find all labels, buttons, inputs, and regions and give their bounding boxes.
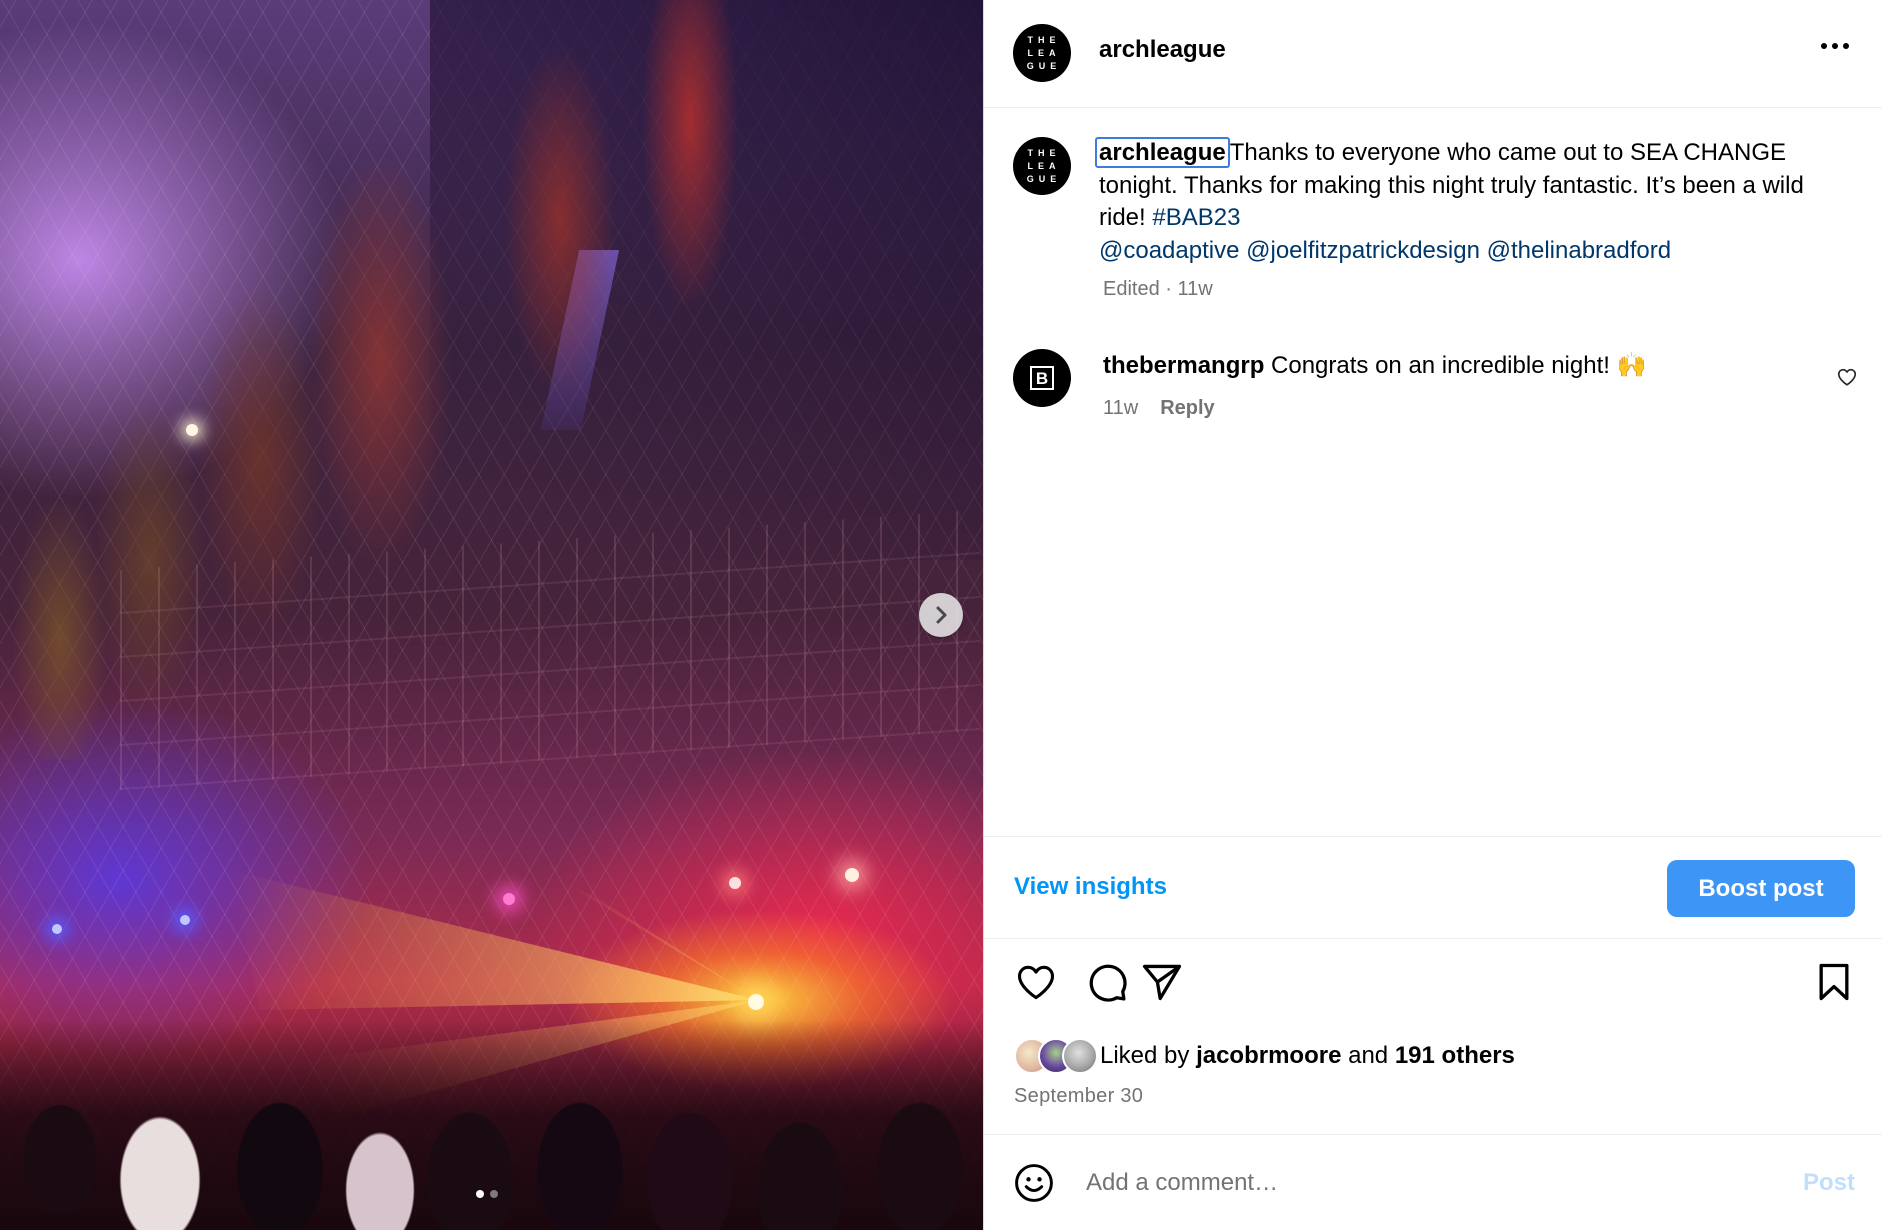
heart-icon[interactable] bbox=[1836, 366, 1858, 388]
bookmark-icon[interactable] bbox=[1812, 960, 1856, 1004]
commenter-username[interactable]: thebermangrp bbox=[1103, 352, 1264, 379]
photo-spotlight bbox=[52, 924, 62, 934]
avatar-logo-text: THE LEA GUE bbox=[1026, 34, 1062, 71]
liker-avatar bbox=[1062, 1038, 1098, 1074]
photo-spotlight bbox=[186, 424, 198, 436]
post-header: THE LEA GUE archleague bbox=[984, 0, 1882, 108]
more-options-button[interactable] bbox=[1821, 43, 1849, 49]
chevron-right-icon bbox=[936, 606, 947, 624]
caption-age[interactable]: 11w bbox=[1178, 278, 1213, 300]
caption-mention[interactable]: @thelinabradford bbox=[1487, 237, 1671, 264]
caption-username[interactable]: archleague bbox=[1095, 137, 1230, 168]
likes-others[interactable]: 191 others bbox=[1395, 1042, 1515, 1070]
share-icon[interactable] bbox=[1140, 960, 1184, 1004]
likes-conjunction: and bbox=[1348, 1042, 1389, 1069]
post-comment-button[interactable]: Post bbox=[1803, 1169, 1855, 1197]
author-username[interactable]: archleague bbox=[1099, 36, 1226, 64]
post-date[interactable]: September 30 bbox=[1014, 1085, 1143, 1108]
insights-bar: View insights Boost post bbox=[984, 836, 1882, 939]
meta-separator: · bbox=[1165, 278, 1172, 300]
carousel-dots bbox=[476, 1190, 498, 1198]
author-avatar[interactable]: THE LEA GUE bbox=[1013, 24, 1071, 82]
post-actions bbox=[984, 960, 1882, 1010]
liker-avatars[interactable] bbox=[1014, 1038, 1098, 1074]
post-caption: archleague Thanks to everyone who came ou… bbox=[1095, 137, 1839, 267]
caption-mention[interactable]: @coadaptive bbox=[1099, 237, 1239, 264]
add-comment-bar: Post bbox=[984, 1134, 1882, 1230]
carousel-dot bbox=[490, 1190, 498, 1198]
more-horizontal-icon bbox=[1821, 43, 1827, 49]
comment-meta: 11w Reply bbox=[1103, 397, 1215, 420]
carousel-dot-active bbox=[476, 1190, 484, 1198]
caption-hashtag[interactable]: #BAB23 bbox=[1152, 204, 1240, 231]
photo-spotlight bbox=[503, 893, 515, 905]
comment-text: Congrats on an incredible night! 🙌 bbox=[1271, 352, 1647, 379]
avatar-logo-text: THE LEA GUE bbox=[1026, 147, 1062, 184]
smiley-icon[interactable] bbox=[1012, 1161, 1056, 1205]
more-horizontal-icon bbox=[1832, 43, 1838, 49]
edited-label: Edited bbox=[1103, 278, 1160, 300]
comment-reply-button[interactable]: Reply bbox=[1160, 397, 1214, 420]
commenter-logo: B bbox=[1030, 366, 1054, 390]
likes-user[interactable]: jacobrmoore bbox=[1196, 1042, 1341, 1070]
boost-post-button[interactable]: Boost post bbox=[1667, 860, 1855, 917]
more-horizontal-icon bbox=[1843, 43, 1849, 49]
heart-icon[interactable] bbox=[1014, 960, 1058, 1004]
photo-spotlight bbox=[180, 915, 190, 925]
photo-spotlight bbox=[729, 877, 741, 889]
photo-stage-light bbox=[748, 994, 764, 1010]
post-details-panel: THE LEA GUE archleague THE LEA GUE archl… bbox=[983, 0, 1882, 1230]
likes-summary: Liked by jacobrmoore and 191 others bbox=[1014, 1038, 1515, 1074]
photo-crowd bbox=[0, 1020, 983, 1230]
comment-input[interactable] bbox=[1086, 1163, 1726, 1203]
comment-icon[interactable] bbox=[1085, 960, 1129, 1004]
likes-prefix: Liked by bbox=[1100, 1042, 1190, 1069]
comment-age[interactable]: 11w bbox=[1103, 397, 1138, 420]
caption-mention[interactable]: @joelfitzpatrickdesign bbox=[1246, 237, 1480, 264]
comment-body: thebermangrp Congrats on an incredible n… bbox=[1103, 350, 1646, 382]
post-photo[interactable] bbox=[0, 0, 983, 1230]
caption-meta: Edited · 11w bbox=[1103, 278, 1213, 301]
photo-spotlight bbox=[845, 868, 859, 882]
carousel-next-button[interactable] bbox=[919, 593, 963, 637]
commenter-avatar[interactable]: B bbox=[1013, 349, 1071, 407]
caption-author-avatar[interactable]: THE LEA GUE bbox=[1013, 137, 1071, 195]
view-insights-link[interactable]: View insights bbox=[1014, 873, 1167, 901]
